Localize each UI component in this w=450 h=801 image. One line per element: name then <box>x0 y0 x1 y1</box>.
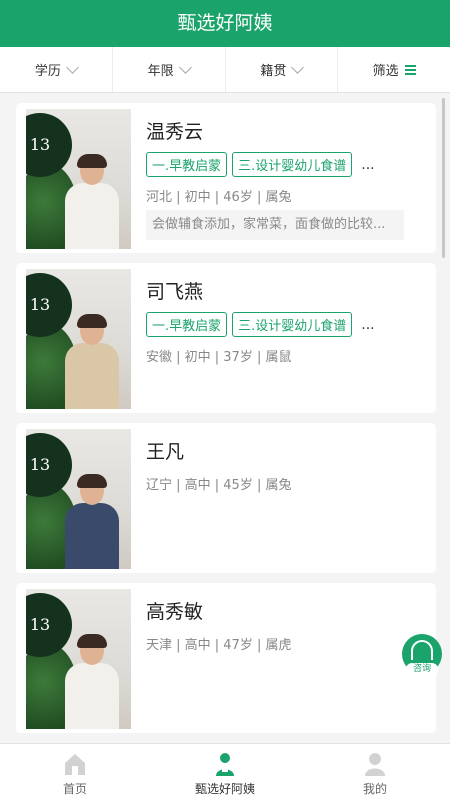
filter-hometown[interactable]: 籍贯 <box>226 47 339 92</box>
skill-tags: 一.早教启蒙 三.设计婴幼儿食谱 ... <box>146 312 375 337</box>
nanny-info: 辽宁 | 高中 | 45岁 | 属兔 <box>146 478 292 493</box>
app-header: 甄选好阿姨 <box>0 0 450 47</box>
page-title: 甄选好阿姨 <box>177 12 273 34</box>
filter-label: 学历 <box>34 64 61 79</box>
scrollbar[interactable] <box>442 98 445 258</box>
nanny-icon <box>216 753 234 776</box>
nanny-card[interactable]: 13 王凡 辽宁 | 高中 | 45岁 | 属兔 <box>16 423 436 573</box>
skill-tag: 三.设计婴幼儿食谱 <box>232 312 353 337</box>
chevron-down-icon <box>291 60 305 74</box>
chevron-down-icon <box>178 60 192 74</box>
nanny-photo: 13 <box>26 589 131 729</box>
home-icon <box>65 754 85 775</box>
tab-mine[interactable]: 我的 <box>300 744 450 801</box>
tab-label: 我的 <box>362 782 387 796</box>
filter-bar: 学历 年限 籍贯 筛选 <box>0 47 450 93</box>
filter-years[interactable]: 年限 <box>113 47 226 92</box>
nanny-description: 会做辅食添加，家常菜，面食做的比较... <box>146 210 404 240</box>
skill-tag: 一.早教启蒙 <box>146 312 228 337</box>
nanny-name: 司飞燕 <box>146 281 204 303</box>
nanny-photo: 13 <box>26 269 131 409</box>
nanny-info: 河北 | 初中 | 46岁 | 属兔 <box>146 190 292 205</box>
filter-list-icon <box>404 64 416 75</box>
consult-label: 咨询 <box>406 663 438 676</box>
more-tags: ... <box>361 316 375 333</box>
nanny-card[interactable]: 13 司飞燕 一.早教启蒙 三.设计婴幼儿食谱 ... 安徽 | 初中 | 37… <box>16 263 436 413</box>
nanny-photo: 13 <box>26 429 131 569</box>
bottom-tab-bar: 首页 甄选好阿姨 我的 <box>0 743 450 801</box>
chevron-down-icon <box>66 60 79 74</box>
consult-button[interactable]: 咨询 <box>402 634 442 676</box>
filter-label: 籍贯 <box>260 64 287 79</box>
nanny-info: 天津 | 高中 | 47岁 | 属虎 <box>146 638 292 653</box>
skill-tag: 一.早教启蒙 <box>146 152 228 177</box>
nanny-card[interactable]: 13 高秀敏 天津 | 高中 | 47岁 | 属虎 <box>16 583 436 733</box>
nanny-name: 王凡 <box>146 441 185 463</box>
user-icon <box>365 753 385 776</box>
nanny-list: 13 温秀云 一.早教启蒙 三.设计婴幼儿食谱 ... 河北 | 初中 | 46… <box>0 93 450 743</box>
filter-label: 筛选 <box>372 64 399 79</box>
tab-label: 首页 <box>62 782 87 796</box>
skill-tag: 三.设计婴幼儿食谱 <box>232 152 353 177</box>
tab-nanny[interactable]: 甄选好阿姨 <box>150 744 300 801</box>
more-tags: ... <box>361 156 375 173</box>
filter-education[interactable]: 学历 <box>0 47 113 92</box>
filter-more[interactable]: 筛选 <box>338 47 450 92</box>
nanny-info: 安徽 | 初中 | 37岁 | 属鼠 <box>146 350 292 365</box>
skill-tags: 一.早教启蒙 三.设计婴幼儿食谱 ... <box>146 152 375 177</box>
nanny-name: 温秀云 <box>146 121 204 143</box>
nanny-photo: 13 <box>26 109 131 249</box>
tab-home[interactable]: 首页 <box>0 744 150 801</box>
nanny-card[interactable]: 13 温秀云 一.早教启蒙 三.设计婴幼儿食谱 ... 河北 | 初中 | 46… <box>16 103 436 253</box>
nanny-name: 高秀敏 <box>146 601 204 623</box>
filter-label: 年限 <box>147 64 174 79</box>
tab-label: 甄选好阿姨 <box>194 782 255 796</box>
